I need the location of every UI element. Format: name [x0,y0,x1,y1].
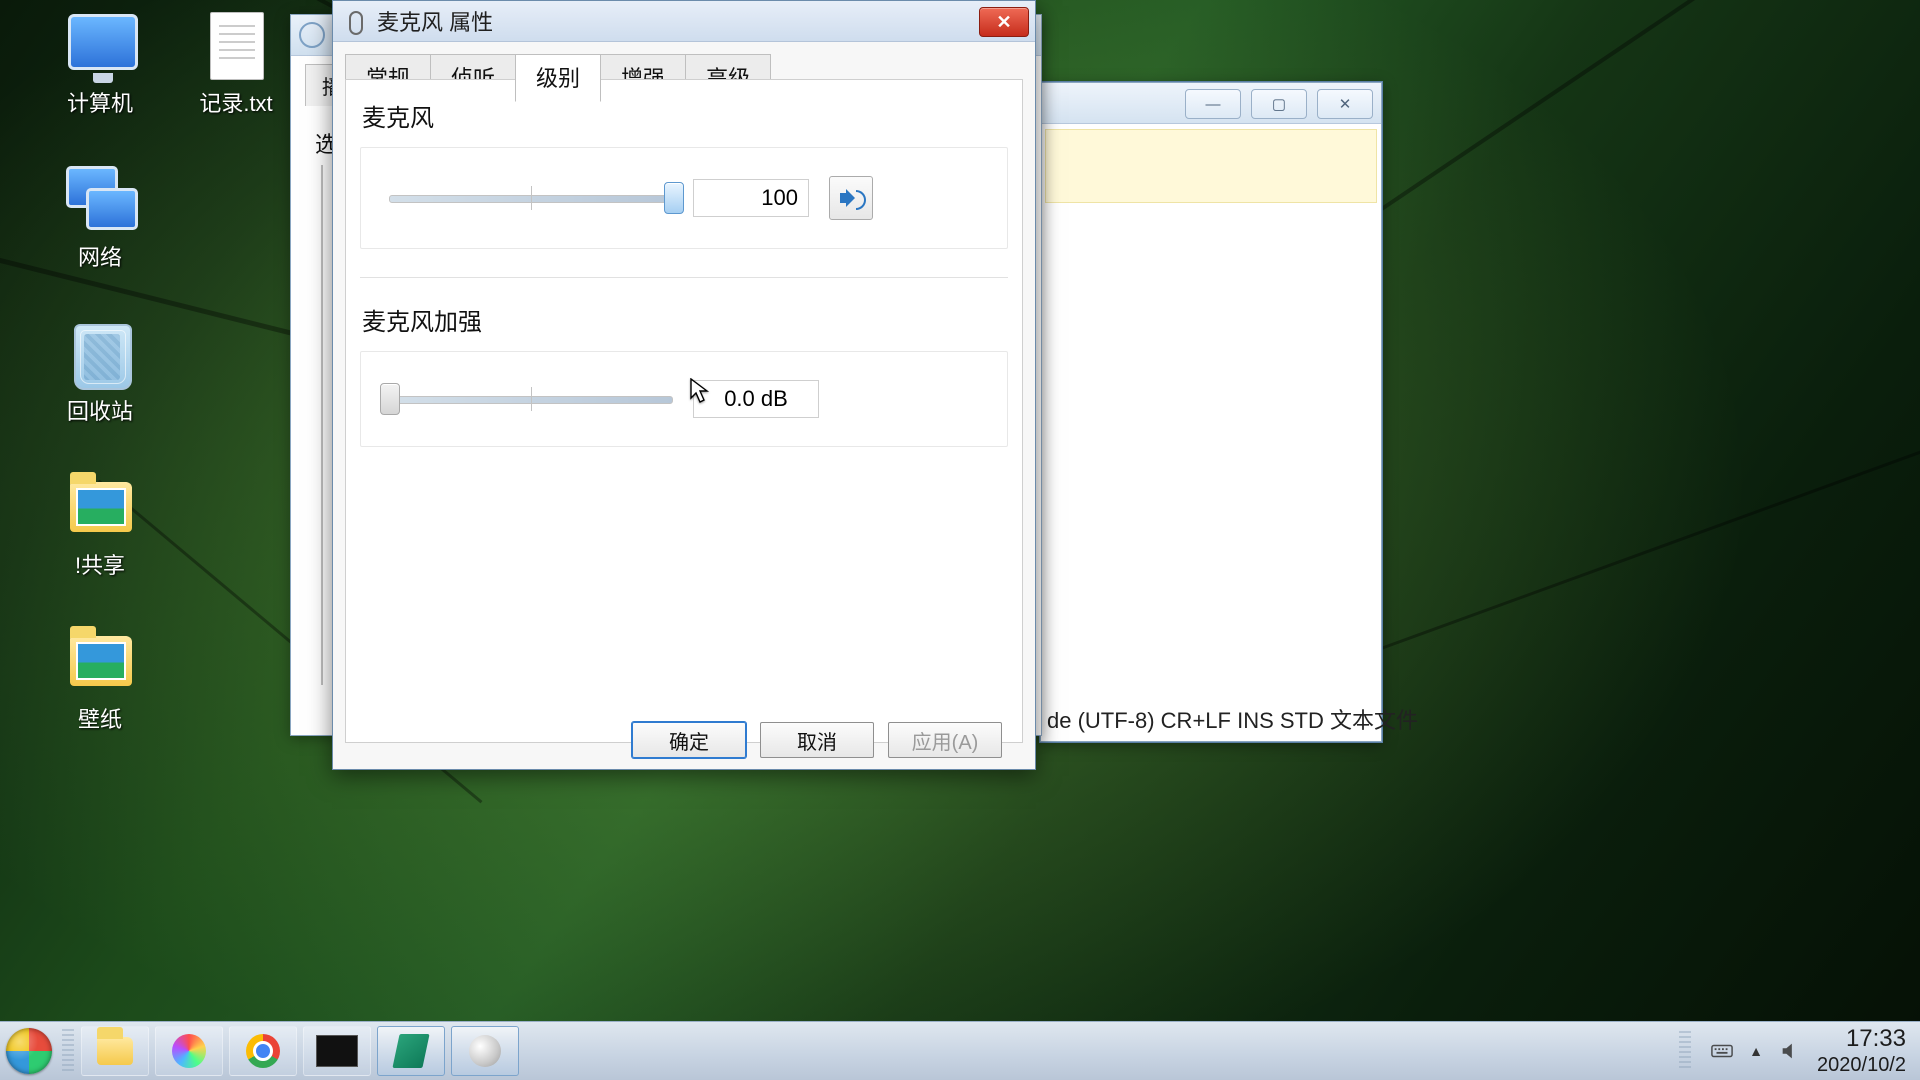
minimize-button[interactable]: — [1185,89,1241,119]
desktop-background: 计算机 网络 回收站 !共享 壁纸 记录.txt — [0,0,1920,1080]
network-icon [64,164,140,236]
microphone-boost-value: 0.0 dB [693,380,819,418]
microphone-level-slider[interactable] [389,186,673,210]
window-titlebar[interactable]: — ▢ ✕ [1041,83,1381,124]
tab-panel-levels: 麦克风 100 麦克风加强 [345,79,1023,743]
volume-icon[interactable] [1779,1040,1801,1062]
microphone-boost-group: 麦克风加强 0.0 dB [360,302,1008,447]
speaker-icon [299,22,325,48]
ok-button[interactable]: 确定 [632,722,746,758]
recycle-bin-icon [74,324,132,390]
clock-time: 17:33 [1846,1025,1906,1054]
slider-tick [531,387,532,411]
book-icon [392,1034,429,1068]
close-icon: ✕ [996,12,1011,33]
slider-tick [531,186,532,210]
desktop-icon-label: 网络 [30,240,170,272]
speaker-icon [840,187,862,209]
monitor-icon [68,14,138,70]
taskbar-item-sound-settings[interactable] [377,1026,445,1076]
windows-orb-icon [6,1028,52,1074]
tray-grip[interactable] [1679,1031,1691,1071]
group-label: 麦克风加强 [362,302,1008,337]
info-bar [1045,129,1377,203]
desktop-icon-records-txt[interactable]: 记录.txt [166,10,306,118]
taskbar-item-browser-swirl[interactable] [155,1026,223,1076]
round-speaker-icon [469,1035,501,1067]
maximize-button[interactable]: ▢ [1251,89,1307,119]
taskbar-grip[interactable] [62,1029,74,1073]
status-bar: de (UTF-8) CR+LF INS STD 文本文件 [1047,703,1375,735]
device-listbox-edge [321,165,329,685]
microphone-icon [343,9,367,33]
system-tray[interactable]: ▲ 17:33 2020/10/2 [1675,1025,1920,1078]
desktop-icon-label: 记录.txt [166,86,306,118]
taskbar-item-volume-mixer[interactable] [451,1026,519,1076]
microphone-boost-slider[interactable] [389,387,673,411]
keyboard-icon[interactable] [1711,1040,1733,1062]
desktop-icon-recycle-bin[interactable]: 回收站 [30,318,170,426]
taskbar-clock[interactable]: 17:33 2020/10/2 [1817,1025,1906,1078]
text-file-icon [210,12,264,80]
taskbar-item-explorer[interactable] [81,1026,149,1076]
desktop-icon-label: !共享 [30,548,170,580]
taskbar-item-terminal[interactable] [303,1026,371,1076]
microphone-level-value: 100 [693,179,809,217]
desktop-icon-label: 壁纸 [30,702,170,734]
mute-toggle-button[interactable] [829,176,873,220]
slider-thumb[interactable] [380,383,400,415]
desktop-icon-wallpaper-folder[interactable]: 壁纸 [30,626,170,734]
background-editor-window[interactable]: — ▢ ✕ de (UTF-8) CR+LF INS STD 文本文件 [1040,82,1382,742]
taskbar[interactable]: ▲ 17:33 2020/10/2 [0,1021,1920,1080]
close-button[interactable]: ✕ [1317,89,1373,119]
group-label: 麦克风 [362,98,1008,133]
tab-levels[interactable]: 级别 [515,54,601,102]
taskbar-item-chrome[interactable] [229,1026,297,1076]
terminal-icon [316,1035,358,1067]
desktop-icon-shared-folder[interactable]: !共享 [30,472,170,580]
desktop-icon-network[interactable]: 网络 [30,164,170,272]
dialog-titlebar[interactable]: 麦克风 属性 ✕ [333,1,1035,42]
dialog-title: 麦克风 属性 [377,5,493,37]
folder-icon [70,482,132,532]
apply-button[interactable]: 应用(A) [888,722,1002,758]
desktop-icon-label: 回收站 [30,394,170,426]
cancel-button[interactable]: 取消 [760,722,874,758]
folder-icon [97,1037,133,1065]
start-button[interactable] [0,1022,58,1080]
folder-icon [70,636,132,686]
slider-thumb[interactable] [664,182,684,214]
chrome-icon [246,1034,280,1068]
dialog-button-row: 确定 取消 应用(A) [346,714,1022,744]
tray-chevron-up-icon[interactable]: ▲ [1749,1043,1763,1059]
swirl-browser-icon [172,1034,206,1068]
desktop-icon-label: 计算机 [30,86,170,118]
microphone-properties-dialog: 麦克风 属性 ✕ 常规 侦听 级别 增强 高级 麦克风 100 [332,0,1036,770]
microphone-level-group: 麦克风 100 [360,98,1008,249]
clock-date: 2020/10/2 [1817,1053,1906,1077]
separator [360,277,1008,278]
desktop-icon-computer[interactable]: 计算机 [30,10,170,118]
close-button[interactable]: ✕ [979,7,1029,37]
